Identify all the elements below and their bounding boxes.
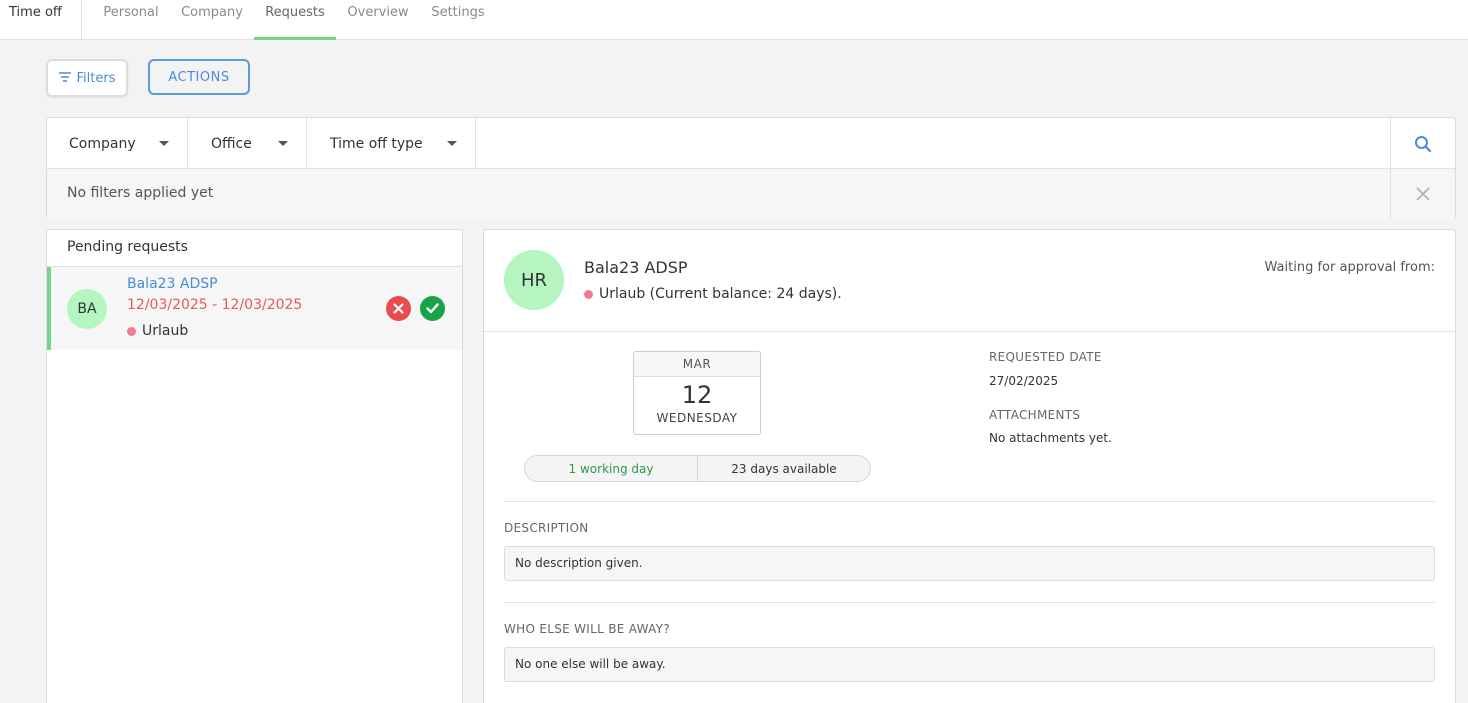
description-box: No description given. [504, 546, 1435, 581]
top-navigation: Time off Personal Company Requests Overv… [0, 0, 1468, 40]
calendar-weekday: WEDNESDAY [656, 411, 738, 425]
search-button[interactable] [1390, 118, 1455, 169]
type-color-dot [584, 289, 593, 299]
calendar-day: 12 [681, 381, 713, 409]
description-label: DESCRIPTION [504, 521, 589, 535]
company-dropdown[interactable]: Company [47, 118, 188, 169]
check-icon [426, 303, 439, 314]
caret-down-icon [278, 141, 288, 146]
reject-button[interactable] [386, 296, 411, 321]
tab-requests[interactable]: Requests [254, 0, 336, 40]
pending-requests-title: Pending requests [47, 230, 462, 267]
office-dropdown-label: Office [211, 135, 252, 152]
tab-overview[interactable]: Overview [338, 0, 418, 40]
pending-request-item[interactable]: BA Bala23 ADSP 12/03/2025 - 12/03/2025 U… [47, 267, 462, 350]
time-off-type-dropdown-label: Time off type [330, 135, 423, 152]
avatar: BA [67, 289, 107, 329]
filter-bar: Company Office Time off type No filters … [46, 117, 1456, 219]
who-else-away-label: WHO ELSE WILL BE AWAY? [504, 622, 670, 636]
attachments-label: ATTACHMENTS [989, 408, 1081, 422]
request-type: Urlaub [127, 323, 188, 339]
approve-button[interactable] [420, 296, 445, 321]
requested-date-label: REQUESTED DATE [989, 350, 1102, 364]
type-color-dot [127, 326, 136, 336]
request-type-label: Urlaub [142, 323, 189, 339]
actions-button[interactable]: ACTIONS [148, 59, 250, 95]
request-detail-header: BA Bala23 ADSP Urlaub (Current balance: … [484, 230, 1455, 332]
divider [504, 501, 1435, 502]
pending-requests-panel: Pending requests BA Bala23 ADSP 12/03/20… [46, 229, 463, 703]
who-else-away-box: No one else will be away. [504, 647, 1435, 682]
request-employee-name[interactable]: Bala23 ADSP [127, 276, 218, 292]
caret-down-icon [447, 141, 457, 146]
filters-button[interactable]: Filters [46, 59, 128, 97]
days-available: 23 days available [731, 461, 837, 476]
divider [504, 602, 1435, 603]
tab-personal[interactable]: Personal [92, 0, 170, 40]
detail-type-label: Urlaub (Current balance: 24 days). [599, 286, 842, 302]
no-filters-text: No filters applied yet [67, 185, 214, 201]
search-icon [1415, 135, 1432, 152]
request-detail-panel: BA Bala23 ADSP Urlaub (Current balance: … [483, 229, 1456, 703]
working-days: 1 working day [525, 456, 698, 481]
clear-filters-button[interactable] [1390, 169, 1455, 219]
attachments-value: No attachments yet. [989, 431, 1112, 445]
waiting-for-approval-label: Waiting for approval from: [1264, 260, 1435, 275]
x-icon [393, 303, 404, 314]
request-dates: 12/03/2025 - 12/03/2025 [127, 297, 303, 313]
calendar-month: MAR [634, 352, 760, 377]
tab-company[interactable]: Company [172, 0, 252, 40]
detail-employee-name: Bala23 ADSP [584, 258, 688, 277]
approver-avatar: HR [504, 250, 564, 310]
filter-lines-icon [58, 71, 71, 86]
company-dropdown-label: Company [69, 135, 136, 152]
app-title: Time off [0, 0, 82, 40]
requested-date-value: 27/02/2025 [989, 374, 1059, 388]
filter-dropdown-row: Company Office Time off type [47, 118, 1455, 169]
time-off-type-dropdown[interactable]: Time off type [307, 118, 476, 169]
close-icon [1416, 187, 1430, 201]
tab-settings[interactable]: Settings [420, 0, 496, 40]
active-filters-row: No filters applied yet [47, 169, 1455, 219]
date-calendar-card: MAR 12 WEDNESDAY [633, 351, 761, 435]
office-dropdown[interactable]: Office [188, 118, 307, 169]
caret-down-icon [159, 141, 169, 146]
filters-label: Filters [76, 70, 116, 86]
detail-type-balance: Urlaub (Current balance: 24 days). [584, 286, 842, 302]
days-summary-pill: 1 working day 23 days available [524, 455, 871, 482]
